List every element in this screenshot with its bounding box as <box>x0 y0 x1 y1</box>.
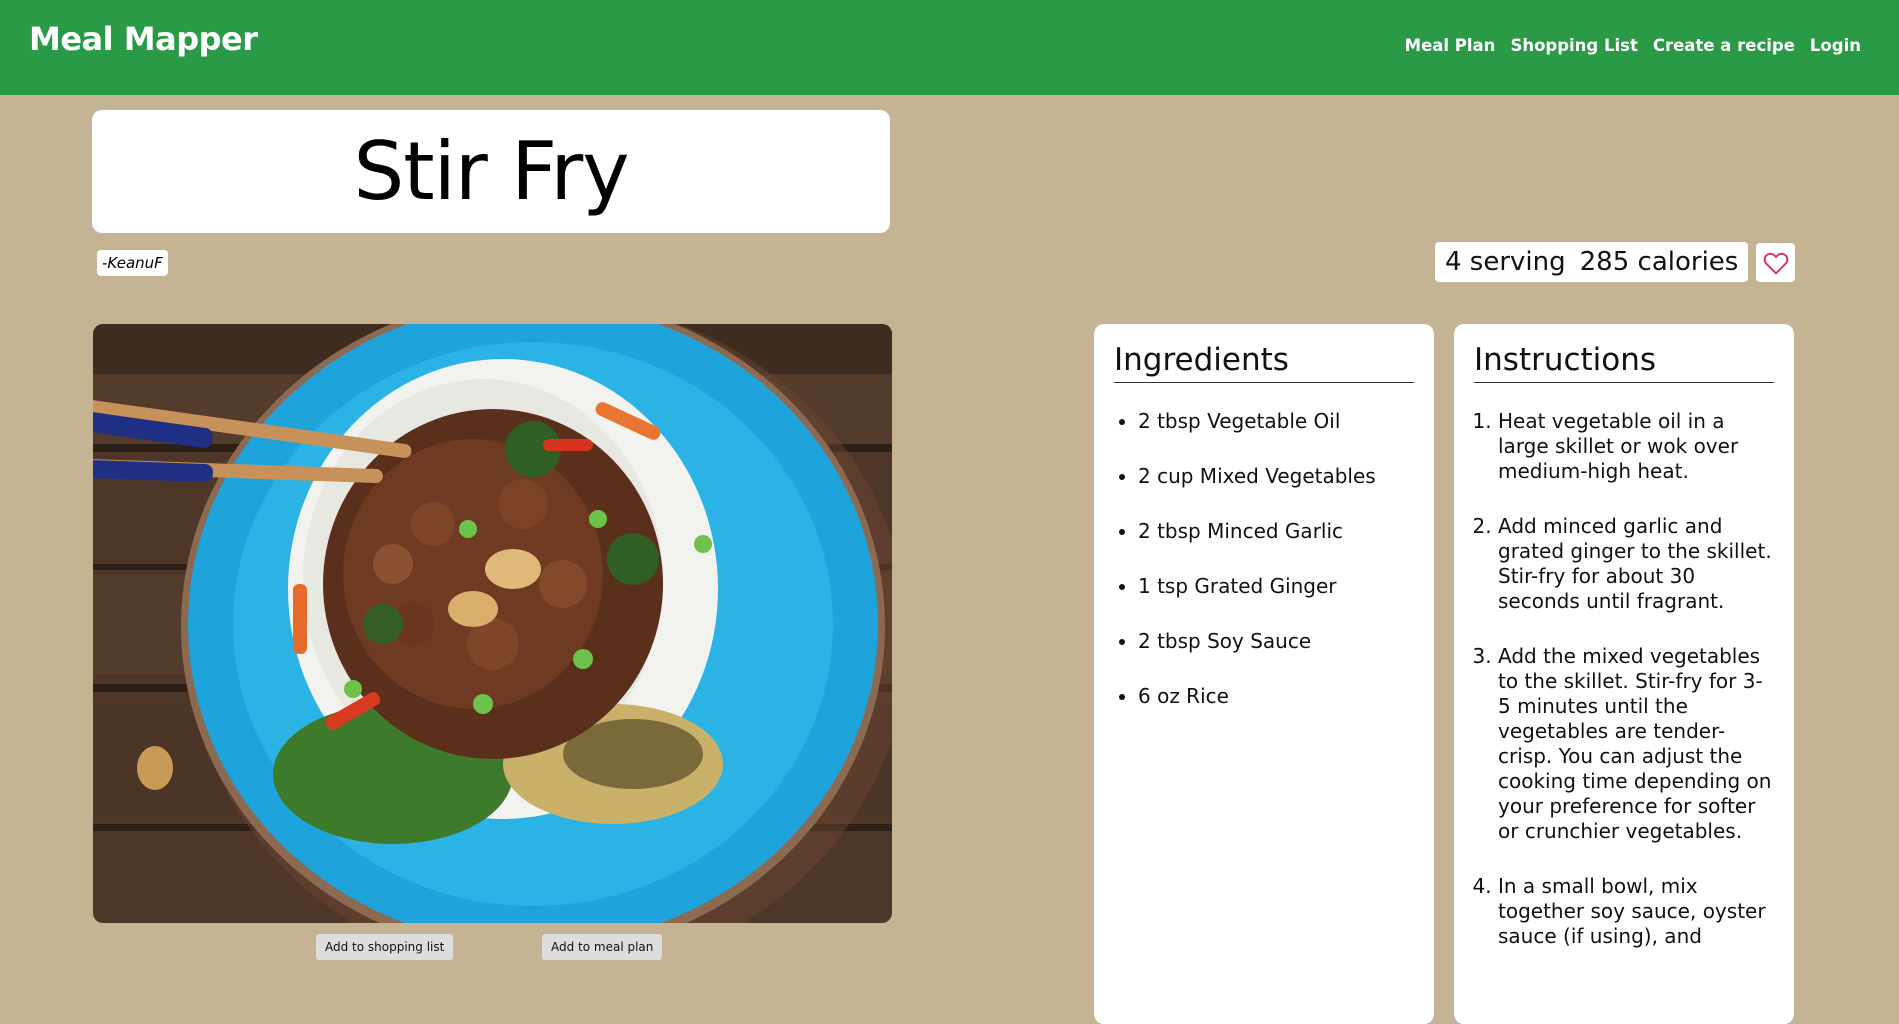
instruction-step: In a small bowl, mix together soy sauce,… <box>1498 874 1774 949</box>
ingredients-list: 2 tbsp Vegetable Oil 2 cup Mixed Vegetab… <box>1114 409 1414 709</box>
instructions-panel: Instructions Heat vegetable oil in a lar… <box>1454 324 1794 1024</box>
recipe-title-card: Stir Fry <box>92 110 890 233</box>
instruction-step: Heat vegetable oil in a large skillet or… <box>1498 409 1774 484</box>
nav-login[interactable]: Login <box>1810 36 1861 55</box>
recipe-stats: 4 serving 285 calories <box>1435 242 1749 282</box>
nav-create-recipe[interactable]: Create a recipe <box>1653 36 1795 55</box>
navbar: Meal Mapper Meal Plan Shopping List Crea… <box>0 0 1899 95</box>
ingredient-item: 2 tbsp Soy Sauce <box>1138 629 1414 654</box>
recipe-image <box>93 324 892 923</box>
instructions-heading: Instructions <box>1474 342 1774 383</box>
add-to-meal-plan-button[interactable]: Add to meal plan <box>542 934 663 960</box>
ingredients-heading: Ingredients <box>1114 342 1414 383</box>
recipe-author: -KeanuF <box>97 250 168 276</box>
favorite-button[interactable] <box>1756 243 1795 282</box>
nav-shopping-list[interactable]: Shopping List <box>1510 36 1637 55</box>
instruction-step: Add minced garlic and grated ginger to t… <box>1498 514 1774 614</box>
instructions-list: Heat vegetable oil in a large skillet or… <box>1474 409 1774 949</box>
ingredient-item: 2 tbsp Minced Garlic <box>1138 519 1414 544</box>
recipe-title: Stir Fry <box>353 125 629 218</box>
nav-links: Meal Plan Shopping List Create a recipe … <box>1405 36 1861 55</box>
ingredient-item: 2 tbsp Vegetable Oil <box>1138 409 1414 434</box>
ingredients-panel: Ingredients 2 tbsp Vegetable Oil 2 cup M… <box>1094 324 1434 1024</box>
calories-label: 285 calories <box>1579 247 1739 277</box>
servings-label: 4 serving <box>1445 247 1566 277</box>
add-to-shopping-list-button[interactable]: Add to shopping list <box>316 934 454 960</box>
ingredient-item: 1 tsp Grated Ginger <box>1138 574 1414 599</box>
ingredient-item: 2 cup Mixed Vegetables <box>1138 464 1414 489</box>
brand-logo[interactable]: Meal Mapper <box>29 20 258 58</box>
instruction-step: Add the mixed vegetables to the skillet.… <box>1498 644 1774 844</box>
ingredient-item: 6 oz Rice <box>1138 684 1414 709</box>
heart-outline-icon <box>1763 252 1788 274</box>
nav-meal-plan[interactable]: Meal Plan <box>1405 36 1496 55</box>
